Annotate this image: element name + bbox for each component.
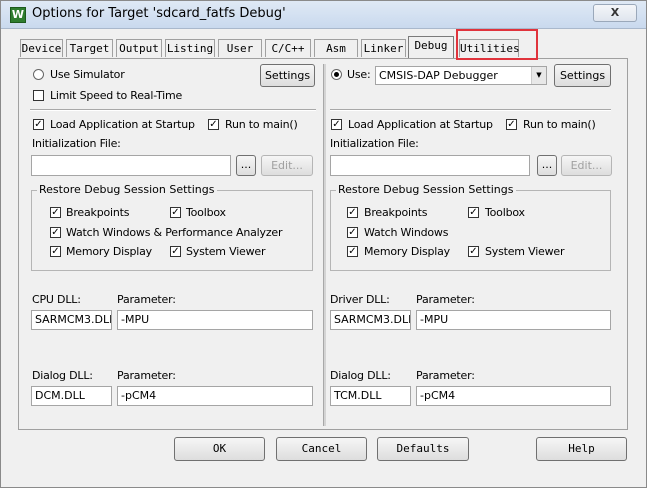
use-simulator-radio[interactable] [33, 69, 44, 80]
cpu-dll-label: CPU DLL: [32, 293, 81, 306]
right-toolbox-checkbox[interactable]: ✓ [468, 207, 479, 218]
tab-target[interactable]: Target [66, 39, 113, 57]
right-restore-settings-title: Restore Debug Session Settings [336, 183, 516, 196]
tab-debug[interactable]: Debug [408, 36, 454, 58]
utilities-highlight-box [456, 29, 538, 60]
title-bar: W Options for Target 'sdcard_fatfs Debug… [1, 1, 646, 29]
tab-linker[interactable]: Linker [361, 39, 406, 57]
breakpoints-label: Breakpoints [66, 206, 130, 219]
limit-speed-label: Limit Speed to Real-Time [50, 89, 183, 102]
cpu-param-input[interactable]: -MPU [117, 310, 313, 330]
system-viewer-checkbox[interactable]: ✓ [170, 246, 181, 257]
left-separator [30, 109, 316, 111]
tab-device[interactable]: Device [20, 39, 63, 57]
load-app-label: Load Application at Startup [50, 118, 195, 131]
use-simulator-label: Use Simulator [50, 68, 125, 81]
breakpoints-checkbox[interactable]: ✓ [50, 207, 61, 218]
right-dialog-param-input[interactable]: -pCM4 [416, 386, 611, 406]
panel-divider [323, 64, 326, 426]
driver-dll-input[interactable]: SARMCM3.DLL [330, 310, 411, 330]
right-toolbox-label: Toolbox [485, 206, 525, 219]
dialog-param-label: Parameter: [117, 369, 176, 382]
limit-speed-checkbox[interactable] [33, 90, 44, 101]
chevron-down-icon: ▼ [531, 67, 546, 84]
watch-windows-checkbox[interactable]: ✓ [50, 227, 61, 238]
tab-asm[interactable]: Asm [314, 39, 358, 57]
toolbox-label: Toolbox [186, 206, 226, 219]
right-load-app-checkbox[interactable]: ✓ [331, 119, 342, 130]
debugger-settings-button[interactable]: Settings [554, 64, 611, 87]
use-debugger-radio[interactable] [331, 69, 342, 80]
right-system-viewer-checkbox[interactable]: ✓ [468, 246, 479, 257]
right-memory-display-checkbox[interactable]: ✓ [347, 246, 358, 257]
right-watch-windows-checkbox[interactable]: ✓ [347, 227, 358, 238]
cancel-button[interactable]: Cancel [276, 437, 367, 461]
right-init-file-browse-button[interactable]: ... [537, 155, 557, 176]
right-memory-display-label: Memory Display [364, 245, 450, 258]
tab-c-cpp[interactable]: C/C++ [265, 39, 311, 57]
right-system-viewer-label: System Viewer [485, 245, 565, 258]
cpu-dll-input[interactable]: SARMCM3.DLL [31, 310, 112, 330]
defaults-button[interactable]: Defaults [377, 437, 469, 461]
init-file-label: Initialization File: [32, 137, 121, 150]
tab-user[interactable]: User [218, 39, 262, 57]
right-init-file-edit-button: Edit... [561, 155, 612, 176]
run-to-main-checkbox[interactable]: ✓ [208, 119, 219, 130]
right-dialog-dll-input[interactable]: TCM.DLL [330, 386, 411, 406]
cpu-param-label: Parameter: [117, 293, 176, 306]
right-load-app-label: Load Application at Startup [348, 118, 493, 131]
init-file-input[interactable] [31, 155, 231, 176]
right-run-to-main-label: Run to main() [523, 118, 596, 131]
right-breakpoints-checkbox[interactable]: ✓ [347, 207, 358, 218]
init-file-browse-button[interactable]: ... [236, 155, 256, 176]
dialog-param-input[interactable]: -pCM4 [117, 386, 313, 406]
simulator-settings-button[interactable]: Settings [260, 64, 315, 87]
right-dialog-dll-label: Dialog DLL: [330, 369, 391, 382]
app-icon: W [10, 7, 26, 23]
right-init-file-input[interactable] [330, 155, 530, 176]
use-label: Use: [347, 68, 371, 81]
restore-settings-title: Restore Debug Session Settings [37, 183, 217, 196]
run-to-main-label: Run to main() [225, 118, 298, 131]
ok-button[interactable]: OK [174, 437, 265, 461]
help-button[interactable]: Help [536, 437, 627, 461]
toolbox-checkbox[interactable]: ✓ [170, 207, 181, 218]
right-init-file-label: Initialization File: [330, 137, 419, 150]
system-viewer-label: System Viewer [186, 245, 266, 258]
load-app-checkbox[interactable]: ✓ [33, 119, 44, 130]
right-breakpoints-label: Breakpoints [364, 206, 428, 219]
dialog-dll-input[interactable]: DCM.DLL [31, 386, 112, 406]
window-title: Options for Target 'sdcard_fatfs Debug' [32, 6, 286, 21]
memory-display-label: Memory Display [66, 245, 152, 258]
dialog-dll-label: Dialog DLL: [32, 369, 93, 382]
watch-windows-label: Watch Windows & Performance Analyzer [66, 226, 283, 239]
right-dialog-param-label: Parameter: [416, 369, 475, 382]
driver-dll-label: Driver DLL: [330, 293, 390, 306]
right-watch-windows-label: Watch Windows [364, 226, 449, 239]
driver-param-label: Parameter: [416, 293, 475, 306]
memory-display-checkbox[interactable]: ✓ [50, 246, 61, 257]
tab-listing[interactable]: Listing [165, 39, 215, 57]
init-file-edit-button: Edit... [261, 155, 313, 176]
right-run-to-main-checkbox[interactable]: ✓ [506, 119, 517, 130]
close-button[interactable]: X [593, 4, 637, 22]
driver-param-input[interactable]: -MPU [416, 310, 611, 330]
right-separator [330, 109, 611, 111]
debugger-select[interactable]: CMSIS-DAP Debugger ▼ [375, 66, 547, 85]
debugger-select-value: CMSIS-DAP Debugger [379, 69, 498, 82]
tab-output[interactable]: Output [116, 39, 162, 57]
